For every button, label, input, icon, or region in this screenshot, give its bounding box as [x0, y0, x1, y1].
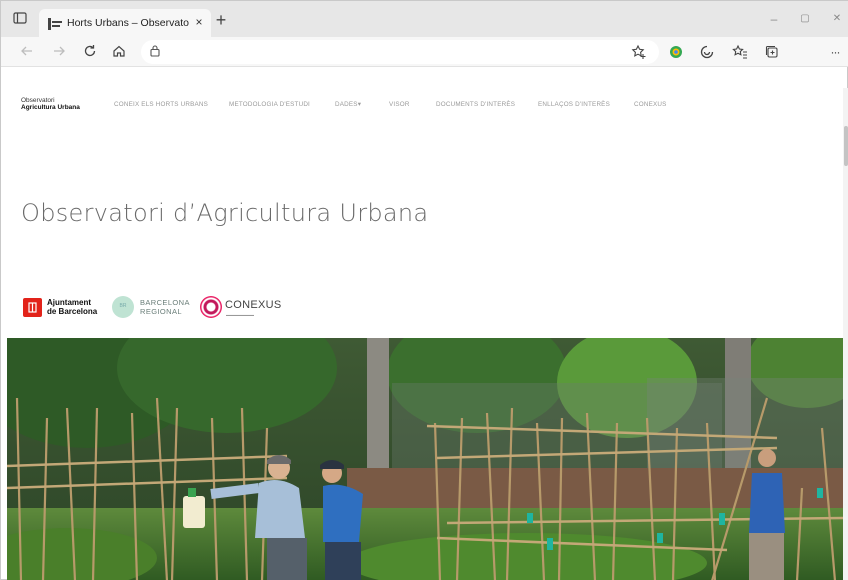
nav-visor[interactable]: VISOR — [389, 101, 410, 108]
site-brand-logo[interactable]: Observatori Agricultura Urbana — [21, 97, 91, 112]
ajuntament-line2: de Barcelona — [47, 306, 98, 316]
nav-conexus[interactable]: CONEXUS — [634, 101, 667, 108]
scrollbar-thumb[interactable] — [844, 126, 848, 166]
site-favicon-icon — [48, 17, 62, 30]
refresh-icon[interactable] — [82, 44, 98, 60]
back-arrow-icon[interactable] — [19, 44, 35, 60]
extension-icon[interactable] — [699, 44, 715, 60]
extension-icon[interactable] — [668, 44, 684, 60]
barcelona-regional-mark-icon: BR — [112, 296, 134, 318]
conexus-mark-icon — [200, 296, 222, 318]
minimize-button[interactable]: – — [764, 11, 784, 27]
nav-coneix-horts[interactable]: CONEIX ELS HORTS URBANS — [114, 101, 208, 108]
favorites-icon[interactable] — [732, 44, 748, 60]
logo-barcelona-regional[interactable]: BR BARCELONA REGIONAL — [112, 296, 192, 320]
favorite-add-icon[interactable] — [631, 44, 647, 60]
address-bar[interactable] — [141, 40, 659, 64]
tab-horts-urbans[interactable]: Horts Urbans – Observatori d'ag × — [39, 9, 211, 37]
nav-documents[interactable]: DOCUMENTS D'INTERÈS — [436, 101, 515, 108]
tab-title: Horts Urbans – Observatori d'ag — [67, 17, 189, 29]
collections-icon[interactable] — [764, 44, 780, 60]
more-icon[interactable]: ··· — [827, 45, 843, 61]
browser-toolbar: ··· — [1, 37, 848, 67]
nav-enllacos[interactable]: ENLLAÇOS D'INTERÈS — [538, 101, 610, 108]
tab-actions-icon[interactable] — [13, 11, 29, 27]
hero-photo-illustration — [7, 338, 843, 580]
tab-strip: Horts Urbans – Observatori d'ag × + – ▢ … — [1, 1, 848, 37]
web-page: Observatori Agricultura Urbana CONEIX EL… — [7, 88, 843, 580]
logo-conexus[interactable]: CONEXUS ▬▬▬▬▬▬▬▬ — [200, 296, 282, 320]
conexus-tagline-icon: ▬▬▬▬▬▬▬▬ — [226, 313, 254, 317]
browser-window: Horts Urbans – Observatori d'ag × + – ▢ … — [0, 0, 848, 580]
hero-photo — [7, 338, 843, 580]
page-title: Observatori d’Agricultura Urbana — [21, 199, 429, 227]
logo-ajuntament-barcelona[interactable]: Ajuntament de Barcelona — [23, 296, 103, 320]
ajuntament-shield-icon — [23, 298, 42, 317]
nav-dades-dropdown[interactable]: DADES▾ — [335, 101, 361, 108]
address-input[interactable] — [169, 43, 619, 61]
home-icon[interactable] — [111, 44, 127, 60]
conexus-name: CONEXUS — [225, 299, 282, 311]
close-window-button[interactable]: ✕ — [827, 11, 847, 27]
brand-line2: Agricultura Urbana — [21, 103, 80, 111]
tab-close-icon[interactable]: × — [192, 15, 206, 29]
barcelona-regional-line2: REGIONAL — [140, 306, 182, 316]
page-scrollbar[interactable] — [843, 88, 848, 580]
forward-arrow-icon[interactable] — [51, 44, 67, 60]
maximize-button[interactable]: ▢ — [795, 11, 815, 27]
nav-metodologia[interactable]: METODOLOGIA D'ESTUDI — [229, 101, 310, 108]
lock-icon[interactable] — [149, 44, 163, 58]
new-tab-button[interactable]: + — [213, 11, 229, 29]
